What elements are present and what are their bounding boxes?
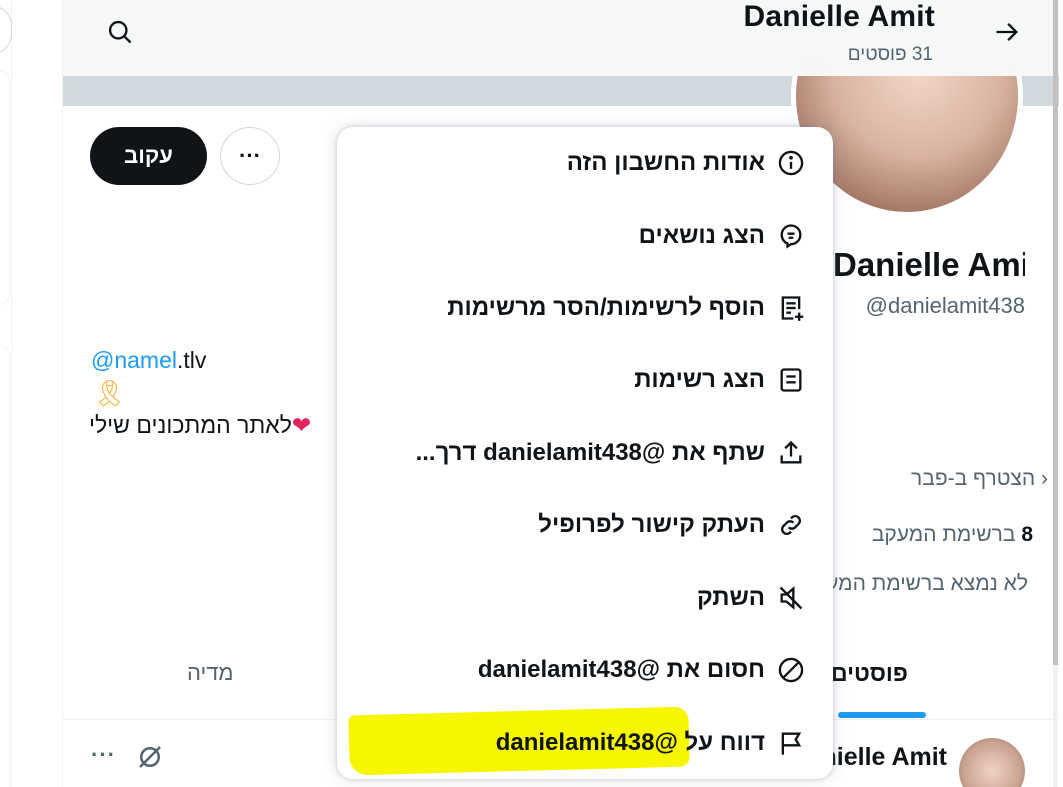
menu-item-label: אודות החשבון הזה	[566, 149, 765, 176]
menu-item-add-remove-lists[interactable]: הוסף לרשימות/הסר מרשימות	[337, 272, 833, 344]
topics-icon	[773, 218, 809, 254]
menu-item-show-topics[interactable]: הצג נושאים	[337, 200, 833, 272]
bio-text: ❤לאתר המתכונים שילי	[89, 412, 349, 439]
bio-mention[interactable]: @namel	[91, 347, 177, 373]
menu-item-label: חסום את @danielamit438	[477, 656, 765, 683]
tweet-more-button[interactable]: ···	[91, 742, 116, 768]
block-icon	[773, 652, 809, 688]
share-icon	[773, 435, 809, 471]
grok-icon[interactable]	[135, 742, 165, 772]
bio-line-text: לאתר המתכונים שילי	[89, 412, 292, 438]
chevron-left-icon: ‹	[1035, 467, 1048, 490]
profile-more-menu: אודות החשבון הזה הצג נושאים הוסף לרשימות…	[337, 127, 833, 779]
menu-item-about-account[interactable]: אודות החשבון הזה	[337, 127, 833, 199]
follow-button[interactable]: עקוב	[90, 127, 207, 185]
joined-date: ‹ הצטרף ב-פבר	[828, 467, 1048, 491]
menu-item-share-profile[interactable]: שתף את @danielamit438 דרך...	[337, 417, 833, 489]
active-tab-indicator	[838, 712, 926, 718]
info-icon	[773, 145, 809, 181]
menu-item-label: העתק קישור לפרופיל	[538, 511, 765, 538]
post-count: 31 פוסטים	[847, 44, 933, 65]
flag-icon	[773, 725, 809, 761]
menu-item-label: השתק	[697, 584, 765, 611]
profile-header-bar: Danielle Amit 31 פוסטים	[63, 0, 1059, 76]
more-options-button[interactable]: ···	[220, 127, 280, 185]
list-add-icon	[773, 290, 809, 326]
scrollbar[interactable]	[1053, 0, 1058, 787]
link-icon	[773, 507, 809, 543]
menu-item-report[interactable]: דווח על @danielamit438	[337, 707, 833, 779]
following-link[interactable]: 8 ברשימת המעקב	[833, 523, 1033, 547]
ribbon-emoji: 🎗	[93, 378, 127, 408]
menu-item-block[interactable]: חסום את @danielamit438	[337, 634, 833, 706]
tweet-avatar[interactable]	[959, 738, 1025, 787]
menu-item-label: הוסף לרשימות/הסר מרשימות	[447, 294, 765, 321]
menu-item-copy-link[interactable]: העתק קישור לפרופיל	[337, 489, 833, 561]
tab-posts[interactable]: פוסטים	[831, 660, 908, 687]
bio-link[interactable]: @namel.tlv	[91, 347, 206, 374]
following-count: 8	[1021, 523, 1033, 546]
following-label: ברשימת המעקב	[871, 523, 1016, 546]
heart-icon: ❤	[291, 412, 312, 438]
list-icon	[773, 362, 809, 398]
profile-handle: @danielamit438	[865, 293, 1025, 318]
menu-item-label: שתף את @danielamit438 דרך...	[415, 439, 765, 466]
search-icon[interactable]	[100, 12, 140, 52]
sidebar-card-edge-2	[0, 345, 10, 787]
menu-item-label: הצג נושאים	[638, 222, 765, 249]
not-followed-text: לא נמצא ברשימת המעקב	[828, 572, 1028, 595]
menu-item-mute[interactable]: השתק	[337, 562, 833, 634]
bio-link-suffix: .tlv	[177, 347, 207, 373]
menu-item-label: דווח על @danielamit438	[495, 729, 765, 756]
joined-text: הצטרף ב-פבר	[911, 467, 1036, 490]
tweet-author-name[interactable]: Danielle Amit	[831, 743, 947, 772]
profile-name: Danielle Amit	[833, 246, 1025, 283]
sidebar-card-edge	[0, 70, 10, 305]
page-title: Danielle Amit	[743, 0, 935, 33]
menu-item-view-lists[interactable]: הצג רשימות	[337, 344, 833, 416]
scrollbar-thumb[interactable]	[1053, 0, 1058, 665]
tab-media[interactable]: מדיה	[187, 660, 234, 686]
menu-item-label: הצג רשימות	[634, 366, 765, 393]
mute-icon	[773, 580, 809, 616]
arrow-right-icon[interactable]	[987, 12, 1027, 52]
